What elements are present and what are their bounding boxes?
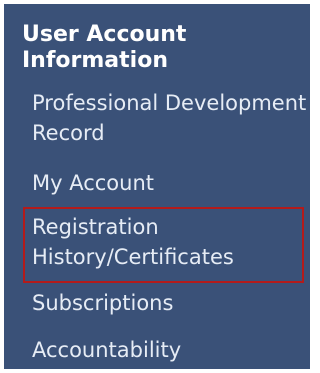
sidebar-item-accountability[interactable]: Accountability — [32, 335, 181, 365]
sidebar-item-registration-history-certificates[interactable]: Registration History/Certificates — [32, 212, 308, 272]
sidebar-item-subscriptions[interactable]: Subscriptions — [32, 288, 173, 318]
user-account-sidebar: User Account Information Professional De… — [4, 4, 310, 369]
sidebar-heading: User Account Information — [22, 22, 187, 73]
sidebar-item-professional-development-record[interactable]: Professional Development Record — [32, 88, 308, 148]
sidebar-item-my-account[interactable]: My Account — [32, 168, 154, 198]
